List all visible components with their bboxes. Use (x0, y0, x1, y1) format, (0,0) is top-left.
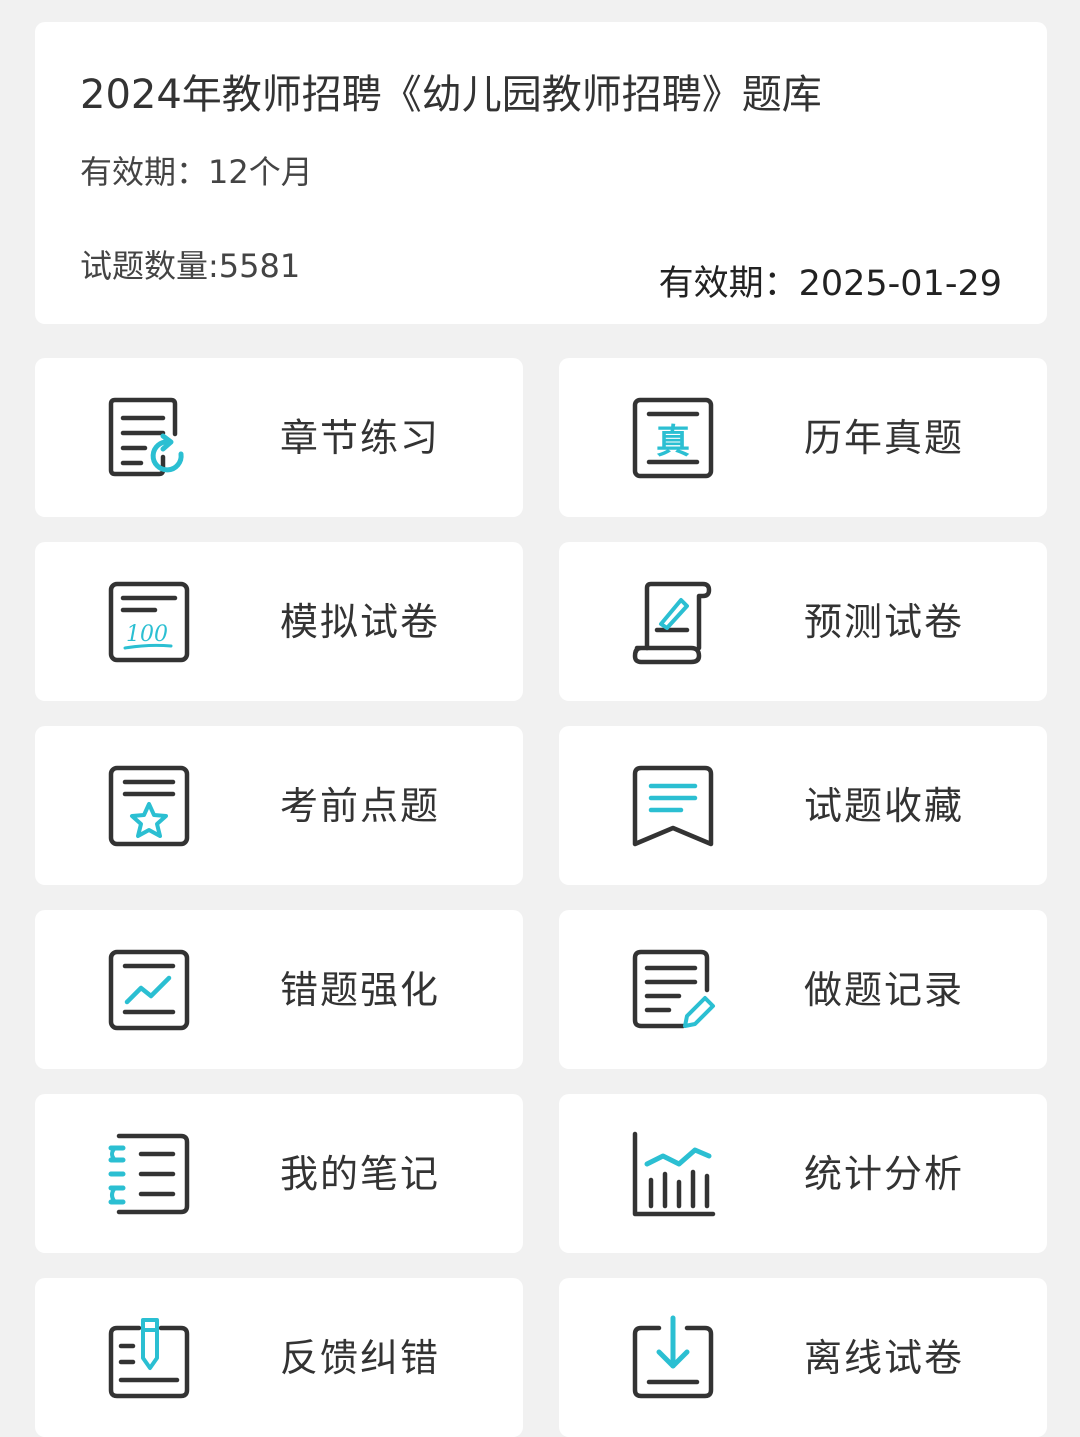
expire-date: 有效期：2025-01-29 (658, 264, 1002, 304)
pre-exam-tips-icon (105, 762, 195, 852)
question-count: 试题数量:5581 (80, 247, 301, 285)
tile-chapter-practice[interactable]: 章节练习 (35, 358, 523, 517)
feedback-icon (105, 1314, 195, 1404)
tile-feedback[interactable]: 反馈纠错 (35, 1278, 523, 1437)
past-exams-icon: 真 (629, 394, 719, 484)
tile-label: 离线试卷 (804, 1336, 965, 1380)
tile-label: 反馈纠错 (280, 1336, 441, 1380)
svg-text:100: 100 (126, 622, 168, 647)
validity-duration: 有效期：12个月 (80, 153, 313, 191)
svg-text:真: 真 (656, 422, 690, 462)
tile-label: 错题强化 (280, 968, 441, 1012)
tile-forecast-paper[interactable]: 预测试卷 (559, 542, 1047, 701)
tile-label: 模拟试卷 (280, 600, 441, 644)
tile-favorites[interactable]: 试题收藏 (559, 726, 1047, 885)
statistics-icon (629, 1130, 719, 1220)
notes-icon (105, 1130, 195, 1220)
forecast-paper-icon (629, 578, 719, 668)
tile-past-exams[interactable]: 真 历年真题 (559, 358, 1047, 517)
tile-mock-paper[interactable]: 100 模拟试卷 (35, 542, 523, 701)
practice-record-icon (629, 946, 719, 1036)
tile-label: 章节练习 (280, 416, 441, 460)
tile-offline-paper[interactable]: 离线试卷 (559, 1278, 1047, 1437)
feature-grid: 章节练习 真 历年真题 100 模拟试卷 预测试卷 考前点题 试题收藏 错题强化… (35, 358, 1047, 1437)
page: 2024年教师招聘《幼儿园教师招聘》题库 有效期：12个月 试题数量:5581 … (0, 0, 1080, 1437)
course-title: 2024年教师招聘《幼儿园教师招聘》题库 (80, 72, 822, 118)
offline-paper-icon (629, 1314, 719, 1404)
tile-label: 预测试卷 (804, 600, 965, 644)
favorites-icon (629, 762, 719, 852)
wrong-questions-icon (105, 946, 195, 1036)
chapter-practice-icon (105, 394, 195, 484)
tile-label: 做题记录 (804, 968, 965, 1012)
tile-label: 历年真题 (804, 416, 965, 460)
tile-statistics[interactable]: 统计分析 (559, 1094, 1047, 1253)
tile-label: 统计分析 (804, 1152, 965, 1196)
tile-wrong-questions[interactable]: 错题强化 (35, 910, 523, 1069)
tile-pre-exam-tips[interactable]: 考前点题 (35, 726, 523, 885)
course-info-card: 2024年教师招聘《幼儿园教师招聘》题库 有效期：12个月 试题数量:5581 … (35, 22, 1047, 324)
mock-paper-icon: 100 (105, 578, 195, 668)
tile-practice-record[interactable]: 做题记录 (559, 910, 1047, 1069)
tile-notes[interactable]: 我的笔记 (35, 1094, 523, 1253)
tile-label: 试题收藏 (804, 784, 965, 828)
tile-label: 我的笔记 (280, 1152, 441, 1196)
tile-label: 考前点题 (280, 784, 441, 828)
